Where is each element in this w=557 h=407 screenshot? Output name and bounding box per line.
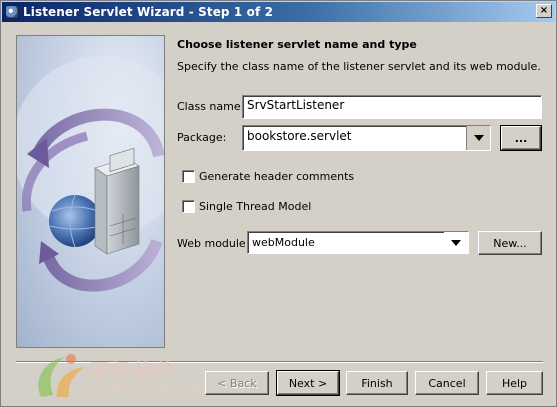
wizard-illustration bbox=[16, 35, 165, 348]
browse-package-button[interactable]: ... bbox=[500, 125, 542, 151]
chevron-down-icon bbox=[451, 239, 461, 246]
generate-header-checkbox[interactable] bbox=[182, 170, 195, 183]
yesky-watermark-logo bbox=[38, 354, 85, 397]
package-value: bookstore.servlet bbox=[247, 129, 352, 143]
close-button[interactable]: × bbox=[536, 4, 552, 18]
window-title: Listener Servlet Wizard - Step 1 of 2 bbox=[23, 5, 274, 19]
web-module-value: webModule bbox=[252, 236, 315, 249]
package-dropdown-arrow[interactable] bbox=[466, 126, 490, 150]
next-button[interactable]: Next > bbox=[276, 370, 340, 396]
new-web-module-button[interactable]: New... bbox=[478, 231, 542, 255]
step-heading: Choose listener servlet name and type bbox=[177, 38, 417, 51]
server-globe-illustration bbox=[17, 56, 164, 292]
single-thread-label[interactable]: Single Thread Model bbox=[199, 200, 311, 213]
class-name-field[interactable]: SrvStartListener bbox=[242, 95, 542, 119]
package-label: Package: bbox=[177, 131, 227, 144]
web-module-combo[interactable]: webModule bbox=[247, 231, 469, 254]
package-combo[interactable]: bookstore.servlet bbox=[242, 125, 491, 151]
finish-button[interactable]: Finish bbox=[346, 371, 408, 395]
chevron-down-icon bbox=[473, 135, 484, 141]
web-module-dropdown-arrow[interactable] bbox=[444, 232, 468, 253]
web-module-label: Web module: bbox=[177, 237, 250, 250]
single-thread-checkbox[interactable] bbox=[182, 200, 195, 213]
back-button[interactable]: < Back bbox=[205, 371, 269, 395]
app-icon bbox=[5, 5, 19, 19]
step-description: Specify the class name of the listener s… bbox=[177, 60, 541, 73]
class-name-label: Class name: bbox=[177, 100, 245, 113]
help-button[interactable]: Help bbox=[486, 371, 543, 395]
title-bar[interactable]: Listener Servlet Wizard - Step 1 of 2 × bbox=[2, 2, 555, 22]
wizard-dialog: Listener Servlet Wizard - Step 1 of 2 × bbox=[0, 0, 557, 407]
cancel-button[interactable]: Cancel bbox=[415, 371, 479, 395]
generate-header-label[interactable]: Generate header comments bbox=[199, 170, 354, 183]
watermark-url: Soft.yesky.com bbox=[89, 380, 218, 398]
